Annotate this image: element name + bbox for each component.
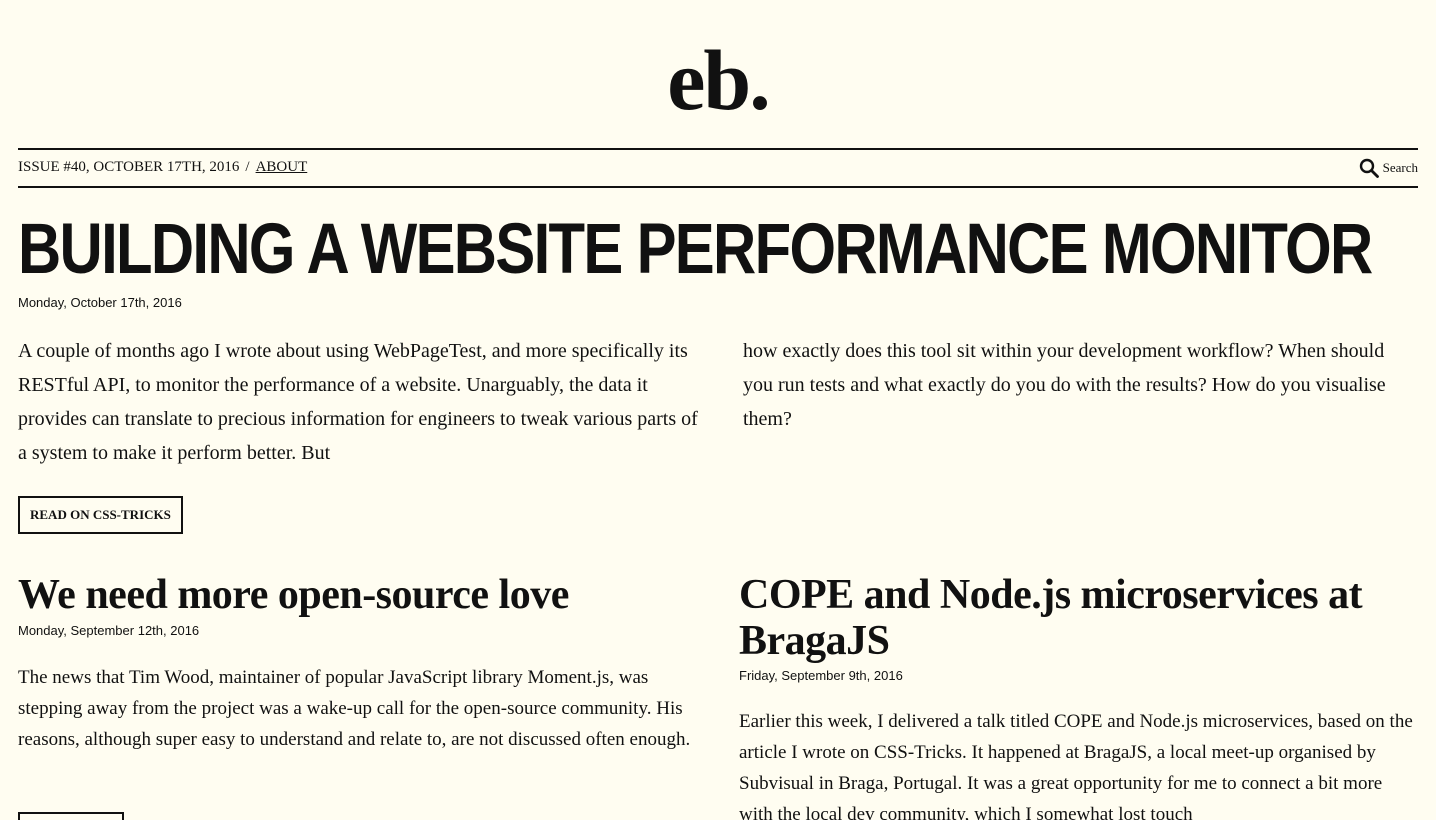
search-button[interactable]: Search	[1359, 158, 1418, 178]
featured-title-link[interactable]: BUILDING A WEBSITE PERFORMANCE MONITOR	[18, 208, 1373, 292]
post-title-link[interactable]: COPE and Node.js microservices at BragaJ…	[739, 572, 1419, 664]
issue-label: ISSUE #40, OCTOBER 17TH, 2016	[18, 159, 240, 175]
post-date: Monday, September 12th, 2016	[18, 623, 200, 638]
post-excerpt: The news that Tim Wood, maintainer of po…	[18, 667, 691, 750]
featured-date: Monday, October 17th, 2016	[18, 295, 182, 310]
issue-info: ISSUE #40, OCTOBER 17TH, 2016 / ABOUT	[18, 159, 307, 176]
featured-paragraph-col2: how exactly does this tool sit within yo…	[743, 340, 1386, 430]
read-more-button[interactable]	[18, 812, 124, 820]
about-link[interactable]: ABOUT	[256, 159, 308, 175]
post-excerpt: Earlier this week, I delivered a talk ti…	[739, 711, 1413, 820]
search-icon	[1359, 158, 1379, 178]
post-title-link[interactable]: We need more open-source love	[18, 572, 708, 618]
post-date: Friday, September 9th, 2016	[739, 668, 903, 683]
page: eb. ISSUE #40, OCTOBER 17TH, 2016 / ABOUT …	[0, 0, 1436, 820]
search-label: Search	[1382, 160, 1418, 175]
top-bar: ISSUE #40, OCTOBER 17TH, 2016 / ABOUT Sear…	[18, 148, 1418, 188]
featured-paragraph-col1: A couple of months ago I wrote about usi…	[18, 340, 698, 464]
breadcrumb-separator: /	[245, 159, 250, 175]
read-on-css-tricks-button[interactable]: READ ON CSS-TRICKS	[18, 496, 183, 534]
site-logo[interactable]: eb.	[0, 30, 1436, 130]
